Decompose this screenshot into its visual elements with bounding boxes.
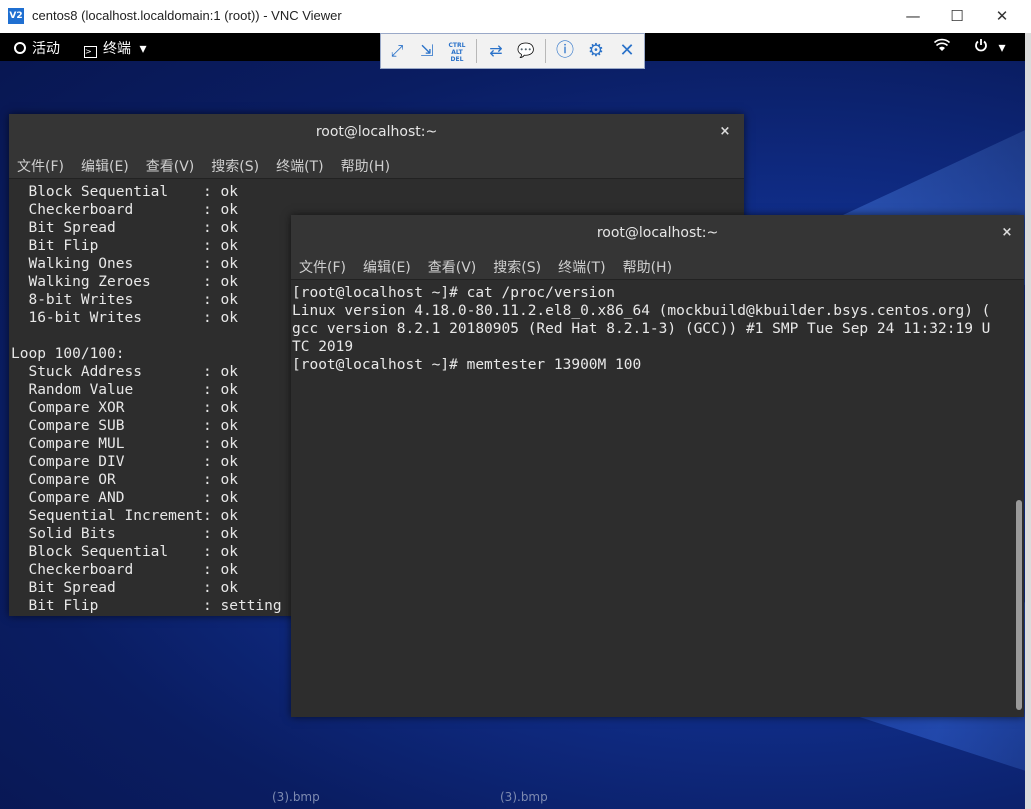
terminal-icon: > [84,46,97,58]
ctrl-alt-del-icon[interactable]: CTRL ALT DEL [445,39,469,63]
fullscreen-icon[interactable]: ⤢ [385,39,409,63]
vnc-window-titlebar: V2 centos8 (localhost.localdomain:1 (roo… [0,0,1031,34]
window-title: centos8 (localhost.localdomain:1 (root))… [32,8,342,23]
close-terminal-button[interactable]: × [714,114,736,150]
info-icon[interactable]: ⓘ [553,39,577,63]
menu-search[interactable]: 搜索(S) [493,257,541,277]
terminal-output[interactable]: [root@localhost ~]# cat /proc/version Lin… [291,284,1014,717]
close-window-button[interactable]: ✕ [979,0,1025,33]
toolbar-divider [545,39,546,63]
menu-view[interactable]: 查看(V) [146,156,195,176]
terminal-title: root@localhost:~ [291,215,1024,251]
terminal-line: gcc version 8.2.1 20180905 (Red Hat 8.2.… [292,321,991,337]
menu-file[interactable]: 文件(F) [299,257,346,277]
vnc-logo-icon: V2 [8,8,24,24]
scrollbar[interactable] [1014,280,1024,717]
wifi-icon[interactable] [933,38,951,56]
power-icon [975,39,987,52]
vnc-scrollbar[interactable] [1025,33,1031,809]
vnc-toolbar: ⤢ ⇲ CTRL ALT DEL ⇄ 💬 ⓘ ⚙ ✕ [380,33,645,69]
chat-icon[interactable]: 💬 [514,39,538,63]
maximize-button[interactable]: ☐ [934,0,980,33]
chevron-down-icon: ▾ [139,41,147,57]
menu-edit[interactable]: 编辑(E) [363,257,411,277]
terminal-app-label: 终端 [103,41,131,57]
menu-search[interactable]: 搜索(S) [211,156,259,176]
menu-file[interactable]: 文件(F) [17,156,64,176]
terminal-app-menu[interactable]: > 终端 ▾ [84,38,146,58]
terminal-line: Linux version 4.18.0-80.11.2.el8_0.x86_6… [292,303,991,319]
scrollbar-thumb[interactable] [1016,500,1022,710]
menu-edit[interactable]: 编辑(E) [81,156,129,176]
terminal-window-front[interactable]: root@localhost:~ × 文件(F) 编辑(E) 查看(V) 搜索(S) 终… [291,215,1024,717]
transfer-icon[interactable]: ⇄ [484,39,508,63]
activities-button[interactable]: 活动 [14,38,60,58]
terminal-line: Block Sequential : ok [11,184,238,200]
close-toolbar-icon[interactable]: ✕ [615,39,639,63]
terminal-line: [root@localhost ~]# cat /proc/version [292,285,616,301]
activities-label: 活动 [32,41,60,57]
desktop-file-label: (3).bmp [272,790,320,804]
settings-icon[interactable]: ⚙ [584,39,608,63]
scale-icon[interactable]: ⇲ [415,39,439,63]
toolbar-divider [476,39,477,63]
close-terminal-button[interactable]: × [996,215,1018,251]
menu-terminal[interactable]: 终端(T) [558,257,605,277]
activities-icon [14,42,26,54]
terminal-line: [root@localhost ~]# memtester 13900M 100 [292,357,642,373]
terminal-title: root@localhost:~ [9,114,744,150]
minimize-button[interactable]: — [890,0,936,33]
terminal-menubar: 文件(F) 编辑(E) 查看(V) 搜索(S) 终端(T) 帮助(H) [291,251,1024,280]
menu-help[interactable]: 帮助(H) [623,257,672,277]
power-menu[interactable]: ▾ [974,38,1005,56]
desktop-file-label: (3).bmp [500,790,548,804]
terminal-line: TC 2019 [292,339,354,355]
menu-help[interactable]: 帮助(H) [341,156,390,176]
menu-view[interactable]: 查看(V) [428,257,477,277]
terminal-menubar: 文件(F) 编辑(E) 查看(V) 搜索(S) 终端(T) 帮助(H) [9,150,744,179]
chevron-down-icon: ▾ [998,40,1006,56]
menu-terminal[interactable]: 终端(T) [276,156,323,176]
